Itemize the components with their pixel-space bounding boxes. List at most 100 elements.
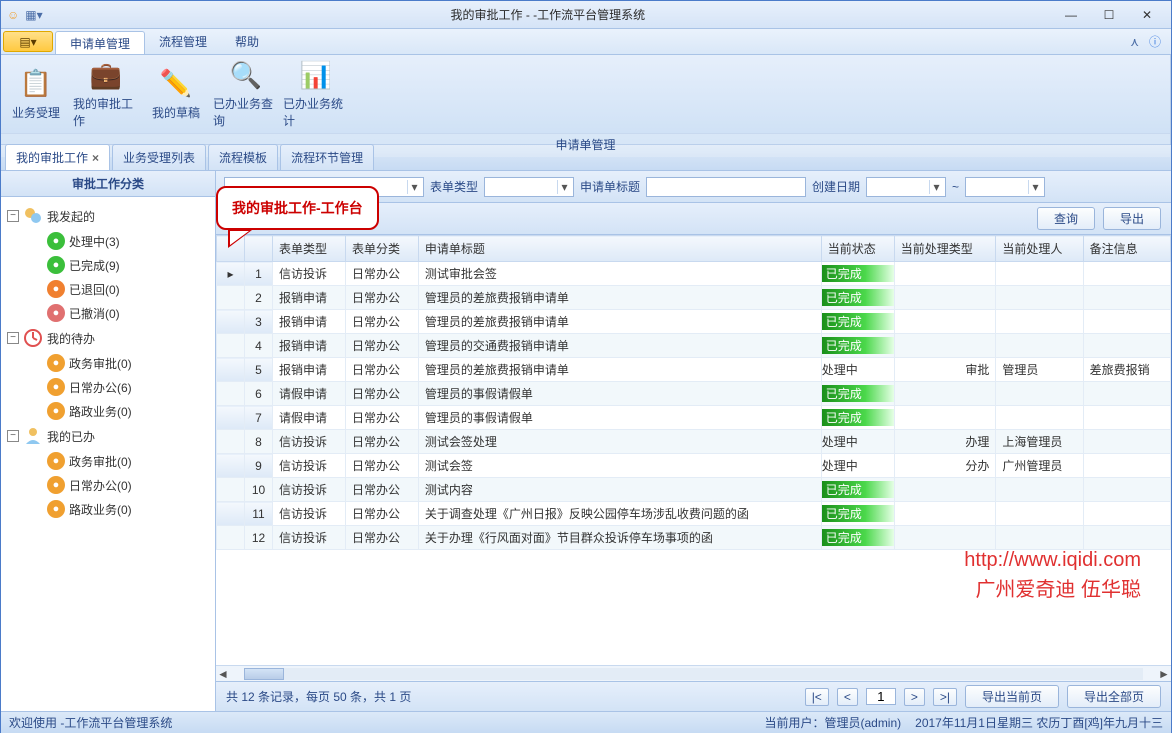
collapse-icon[interactable]: − xyxy=(7,332,19,344)
table-row[interactable]: 7请假申请日常办公管理员的事假请假单已完成 xyxy=(217,406,1171,430)
table-row[interactable]: 9信访投诉日常办公测试会签处理中分办广州管理员 xyxy=(217,454,1171,478)
tree-item-1-2[interactable]: ●路政业务(0) xyxy=(5,399,211,423)
sidebar-title: 审批工作分类 xyxy=(1,171,215,197)
ribbon: 📋业务受理💼我的审批工作✏️我的草稿🔍已办业务查询📊已办业务统计 申请单管理 xyxy=(1,55,1171,145)
pager: 共 12 条记录，每页 50 条，共 1 页 |< < > >| 导出当前页 导… xyxy=(216,681,1171,711)
table-row[interactable]: 3报销申请日常办公管理员的差旅费报销申请单已完成 xyxy=(217,310,1171,334)
filter-date-from[interactable]: ▾ xyxy=(866,177,946,197)
export-all-pages-button[interactable]: 导出全部页 xyxy=(1067,685,1161,708)
ribbon-1[interactable]: 💼我的审批工作 xyxy=(71,55,141,133)
ribbon-icon: 💼 xyxy=(90,59,122,91)
disc-icon: ● xyxy=(47,402,65,420)
tree-item-0-1[interactable]: ●已完成(9) xyxy=(5,253,211,277)
table-row[interactable]: 5报销申请日常办公管理员的差旅费报销申请单处理中审批管理员差旅费报销 xyxy=(217,358,1171,382)
filter-date-to[interactable]: ▾ xyxy=(965,177,1045,197)
file-menu-button[interactable]: ▤▾ xyxy=(3,31,53,52)
statusbar: 欢迎使用 -工作流平台管理系统 当前用户：管理员(admin) 2017年11月… xyxy=(1,711,1171,733)
export-button[interactable]: 导出 xyxy=(1103,207,1161,230)
col-header[interactable]: 申请单标题 xyxy=(418,236,821,262)
doc-tab-2[interactable]: 流程模板 xyxy=(208,144,278,170)
filter-title[interactable] xyxy=(646,177,806,197)
app-icon: ☺ xyxy=(7,8,19,22)
menu-request-mgmt[interactable]: 申请单管理 xyxy=(55,31,145,54)
export-current-page-button[interactable]: 导出当前页 xyxy=(965,685,1059,708)
tree-item-2-2[interactable]: ●路政业务(0) xyxy=(5,497,211,521)
ribbon-4[interactable]: 📊已办业务统计 xyxy=(281,55,351,133)
mail-icon: ● xyxy=(47,378,65,396)
ribbon-icon: 📊 xyxy=(300,59,332,91)
undo-icon: ● xyxy=(47,304,65,322)
col-header[interactable]: 当前处理类型 xyxy=(894,236,996,262)
collapse-ribbon-icon[interactable]: ⋏ xyxy=(1130,35,1139,49)
table-row[interactable]: 8信访投诉日常办公测试会签处理处理中办理上海管理员 xyxy=(217,430,1171,454)
col-header[interactable]: 当前处理人 xyxy=(996,236,1083,262)
palette-icon: ● xyxy=(47,452,65,470)
ribbon-3[interactable]: 🔍已办业务查询 xyxy=(211,55,281,133)
main-panel: ▾ 表单类型 ▾ 申请单标题 创建日期 ▾ ~ ▾ 查询 导出 表单类型表单分类… xyxy=(216,171,1171,711)
ribbon-icon: 🔍 xyxy=(230,59,262,91)
ribbon-icon: ✏️ xyxy=(160,68,192,100)
callout-annotation: 我的审批工作-工作台 xyxy=(216,186,379,248)
sidebar: 审批工作分类 −我发起的●处理中(3)●已完成(9)●已退回(0)●已撤消(0)… xyxy=(1,171,216,711)
status-welcome: 欢迎使用 -工作流平台管理系统 xyxy=(9,714,172,731)
doc-tab-1[interactable]: 业务受理列表 xyxy=(112,144,206,170)
pager-prev[interactable]: < xyxy=(837,688,858,706)
tree-group-0[interactable]: −我发起的 xyxy=(5,203,211,229)
filter-form-type[interactable]: ▾ xyxy=(484,177,574,197)
watermark: http://www.iqidi.com 广州爱奇迪 伍华聪 xyxy=(964,545,1141,605)
tree-group-1[interactable]: −我的待办 xyxy=(5,325,211,351)
pager-first[interactable]: |< xyxy=(805,688,829,706)
pager-last[interactable]: >| xyxy=(933,688,957,706)
menu-help[interactable]: 帮助 xyxy=(221,29,273,54)
query-button[interactable]: 查询 xyxy=(1037,207,1095,230)
col-header[interactable]: 备注信息 xyxy=(1083,236,1170,262)
table-row[interactable]: 11信访投诉日常办公关于调查处理《广州日报》反映公园停车场涉乱收费问题的函已完成 xyxy=(217,502,1171,526)
table-row[interactable]: 6请假申请日常办公管理员的事假请假单已完成 xyxy=(217,382,1171,406)
filter-label-date: 创建日期 xyxy=(812,178,860,195)
doc-tab-3[interactable]: 流程环节管理 xyxy=(280,144,374,170)
status-date: 2017年11月1日星期三 农历丁酉[鸡]年九月十三 xyxy=(915,714,1163,731)
pager-next[interactable]: > xyxy=(904,688,925,706)
back-icon: ● xyxy=(47,280,65,298)
tree-item-2-0[interactable]: ●政务审批(0) xyxy=(5,449,211,473)
filter-label-type: 表单类型 xyxy=(430,178,478,195)
info-icon[interactable]: ⓘ xyxy=(1149,33,1161,50)
doc-tab-0[interactable]: 我的审批工作× xyxy=(5,144,110,170)
layout-icon[interactable]: ▦▾ xyxy=(25,8,42,22)
table-row[interactable]: 12信访投诉日常办公关于办理《行风面对面》节目群众投诉停车场事项的函已完成 xyxy=(217,526,1171,550)
table-row[interactable]: 4报销申请日常办公管理员的交通费报销申请单已完成 xyxy=(217,334,1171,358)
mail-icon: ● xyxy=(47,476,65,494)
ribbon-2[interactable]: ✏️我的草稿 xyxy=(141,55,211,133)
tree-item-0-3[interactable]: ●已撤消(0) xyxy=(5,301,211,325)
tree-item-1-0[interactable]: ●政务审批(0) xyxy=(5,351,211,375)
status-user: 当前用户：管理员(admin) xyxy=(764,714,901,731)
col-header[interactable]: 当前状态 xyxy=(821,236,894,262)
maximize-button[interactable]: ☐ xyxy=(1091,5,1127,25)
tree-item-0-0[interactable]: ●处理中(3) xyxy=(5,229,211,253)
window-title: 我的审批工作 - -工作流平台管理系统 xyxy=(43,6,1053,23)
titlebar: ☺ ▦▾ 我的审批工作 - -工作流平台管理系统 — ☐ ✕ xyxy=(1,1,1171,29)
tree-item-0-2[interactable]: ●已退回(0) xyxy=(5,277,211,301)
palette-icon: ● xyxy=(47,354,65,372)
tree-group-2[interactable]: −我的已办 xyxy=(5,423,211,449)
close-tab-icon[interactable]: × xyxy=(92,151,99,165)
pager-summary: 共 12 条记录，每页 50 条，共 1 页 xyxy=(226,688,411,705)
collapse-icon[interactable]: − xyxy=(7,210,19,222)
minimize-button[interactable]: — xyxy=(1053,5,1089,25)
pager-page-input[interactable] xyxy=(866,688,896,705)
horizontal-scrollbar[interactable]: ◄► xyxy=(216,665,1171,681)
ribbon-0[interactable]: 📋业务受理 xyxy=(1,55,71,133)
table-row[interactable]: ▸1信访投诉日常办公测试审批会签已完成 xyxy=(217,262,1171,286)
ribbon-icon: 📋 xyxy=(20,68,52,100)
collapse-icon[interactable]: − xyxy=(7,430,19,442)
menu-process-mgmt[interactable]: 流程管理 xyxy=(145,29,221,54)
check-icon: ● xyxy=(47,256,65,274)
tree-item-2-1[interactable]: ●日常办公(0) xyxy=(5,473,211,497)
filter-label-title: 申请单标题 xyxy=(580,178,640,195)
table-row[interactable]: 2报销申请日常办公管理员的差旅费报销申请单已完成 xyxy=(217,286,1171,310)
tree-item-1-1[interactable]: ●日常办公(6) xyxy=(5,375,211,399)
menubar: ▤▾ 申请单管理 流程管理 帮助 ⋏ ⓘ xyxy=(1,29,1171,55)
close-button[interactable]: ✕ xyxy=(1129,5,1165,25)
table-row[interactable]: 10信访投诉日常办公测试内容已完成 xyxy=(217,478,1171,502)
data-grid[interactable]: 表单类型表单分类申请单标题当前状态当前处理类型当前处理人备注信息▸1信访投诉日常… xyxy=(216,235,1171,665)
